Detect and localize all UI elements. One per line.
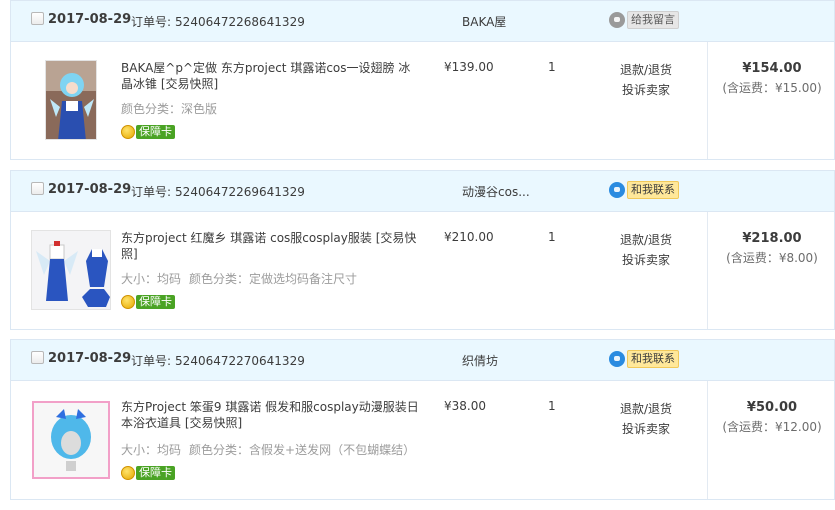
order-number-label: 订单号:: [131, 354, 172, 368]
order-number: 订单号: 52406472269641329: [131, 183, 305, 200]
complain-seller-link[interactable]: 投诉卖家: [614, 250, 678, 270]
chat-bubble-icon: [609, 181, 625, 198]
unit-price: ¥38.00: [444, 399, 486, 413]
order-item: BAKA屋^p^定做 东方project 琪露诺cos一设翅膀 冰晶冰锥 [交易…: [11, 42, 834, 159]
order-actions: 退款/退货 投诉卖家: [614, 60, 678, 100]
order-number-value: 52406472269641329: [175, 185, 305, 199]
product-title-link[interactable]: 东方Project 笨蛋9 琪露诺 假发和服cosplay动漫服装日本浴衣道具 …: [121, 399, 421, 431]
refund-link[interactable]: 退款/退货: [614, 230, 678, 250]
order-total: ¥50.00 (含运费：¥12.00): [708, 399, 835, 437]
product-title-text: 东方Project 笨蛋9 琪露诺 假发和服cosplay动漫服装日本浴衣道具: [121, 400, 419, 430]
order-date: 2017-08-29: [48, 351, 132, 366]
leave-message-button[interactable]: 给我留言: [609, 10, 679, 29]
product-title-link[interactable]: BAKA屋^p^定做 东方project 琪露诺cos一设翅膀 冰晶冰锥 [交易…: [121, 60, 421, 92]
refund-link[interactable]: 退款/退货: [614, 60, 678, 80]
order-number: 订单号: 52406472270641329: [131, 352, 305, 369]
unit-price: ¥210.00: [444, 230, 494, 244]
sku-color: 颜色分类：含假发+送发网（不包蝴蝶结）: [189, 443, 416, 457]
product-thumbnail[interactable]: [31, 230, 111, 310]
order-date: 2017-08-29: [48, 182, 132, 197]
order-item: 东方Project 笨蛋9 琪露诺 假发和服cosplay动漫服装日本浴衣道具 …: [11, 381, 834, 499]
order-number-value: 52406472270641329: [175, 354, 305, 368]
product-sku: 大小：均码 颜色分类：定做选均码备注尺寸: [121, 270, 357, 287]
order-header: 2017-08-29 订单号: 52406472270641329 织倩坊 和我联…: [11, 340, 834, 381]
unit-price: ¥139.00: [444, 60, 494, 74]
complain-seller-link[interactable]: 投诉卖家: [614, 419, 678, 439]
order-select-checkbox[interactable]: [31, 351, 44, 364]
guarantee-card-badge[interactable]: 保障卡: [121, 294, 175, 310]
chat-bubble-icon: [609, 350, 625, 367]
product-sku: 颜色分类：深色版: [121, 100, 217, 117]
order-card: 2017-08-29 订单号: 52406472268641329 BAKA屋 给…: [10, 0, 835, 160]
total-amount: ¥50.00: [746, 400, 798, 415]
product-sku: 大小：均码 颜色分类：含假发+送发网（不包蝴蝶结）: [121, 441, 415, 458]
contact-seller-button[interactable]: 和我联系: [609, 349, 679, 368]
total-amount: ¥218.00: [742, 231, 802, 246]
sku-size: 大小：均码: [121, 272, 182, 286]
leave-message-label: 给我留言: [627, 10, 679, 29]
guarantee-label: 保障卡: [136, 295, 175, 309]
guarantee-icon: [121, 466, 135, 480]
guarantee-icon: [121, 125, 135, 139]
wig-photo-image: [34, 403, 108, 477]
order-date: 2017-08-29: [48, 12, 132, 27]
snapshot-link[interactable]: [交易快照]: [161, 77, 218, 91]
guarantee-label: 保障卡: [136, 466, 175, 480]
quantity: 1: [548, 60, 556, 74]
guarantee-label: 保障卡: [136, 125, 175, 139]
contact-seller-label: 和我联系: [627, 180, 679, 199]
order-select-checkbox[interactable]: [31, 182, 44, 195]
sku-size: 大小：均码: [121, 443, 182, 457]
shipping-fee: (含运费：¥15.00): [722, 81, 822, 95]
order-header: 2017-08-29 订单号: 52406472268641329 BAKA屋 给…: [11, 1, 834, 42]
product-thumbnail[interactable]: [32, 401, 110, 479]
order-number-value: 52406472268641329: [175, 15, 305, 29]
shop-name-link[interactable]: 动漫谷cos...: [462, 183, 530, 200]
sku-color: 颜色分类：定做选均码备注尺寸: [189, 272, 358, 286]
order-card: 2017-08-29 订单号: 52406472269641329 动漫谷cos.…: [10, 170, 835, 330]
order-number-label: 订单号:: [131, 15, 172, 29]
complain-seller-link[interactable]: 投诉卖家: [614, 80, 678, 100]
order-total: ¥218.00 (含运费：¥8.00): [708, 230, 835, 268]
shop-name-link[interactable]: 织倩坊: [462, 352, 498, 369]
refund-link[interactable]: 退款/退货: [614, 399, 678, 419]
shipping-fee: (含运费：¥8.00): [726, 251, 818, 265]
shop-name-link[interactable]: BAKA屋: [462, 13, 506, 30]
contact-seller-label: 和我联系: [627, 349, 679, 368]
snapshot-link[interactable]: [交易快照]: [185, 416, 242, 430]
total-amount: ¥154.00: [742, 61, 802, 76]
sku-color: 颜色分类：深色版: [121, 102, 218, 116]
contact-seller-button[interactable]: 和我联系: [609, 180, 679, 199]
product-thumbnail[interactable]: [45, 60, 97, 140]
order-number: 订单号: 52406472268641329: [131, 13, 305, 30]
chat-bubble-icon: [609, 11, 625, 28]
guarantee-card-badge[interactable]: 保障卡: [121, 124, 175, 140]
cosplay-photo-image: [46, 61, 96, 139]
order-card: 2017-08-29 订单号: 52406472270641329 织倩坊 和我联…: [10, 339, 835, 500]
order-number-label: 订单号:: [131, 185, 172, 199]
shipping-fee: (含运费：¥12.00): [722, 420, 822, 434]
order-header: 2017-08-29 订单号: 52406472269641329 动漫谷cos.…: [11, 171, 834, 212]
order-actions: 退款/退货 投诉卖家: [614, 230, 678, 270]
order-actions: 退款/退货 投诉卖家: [614, 399, 678, 439]
quantity: 1: [548, 230, 556, 244]
order-item: 东方project 红魔乡 琪露诺 cos服cosplay服装 [交易快照] 大…: [11, 212, 834, 329]
product-title-link[interactable]: 东方project 红魔乡 琪露诺 cos服cosplay服装 [交易快照]: [121, 230, 421, 262]
order-select-checkbox[interactable]: [31, 12, 44, 25]
guarantee-icon: [121, 295, 135, 309]
costume-photo-image: [32, 231, 110, 309]
guarantee-card-badge[interactable]: 保障卡: [121, 465, 175, 481]
product-title-text: 东方project 红魔乡 琪露诺 cos服cosplay服装: [121, 231, 372, 245]
order-total: ¥154.00 (含运费：¥15.00): [708, 60, 835, 98]
quantity: 1: [548, 399, 556, 413]
